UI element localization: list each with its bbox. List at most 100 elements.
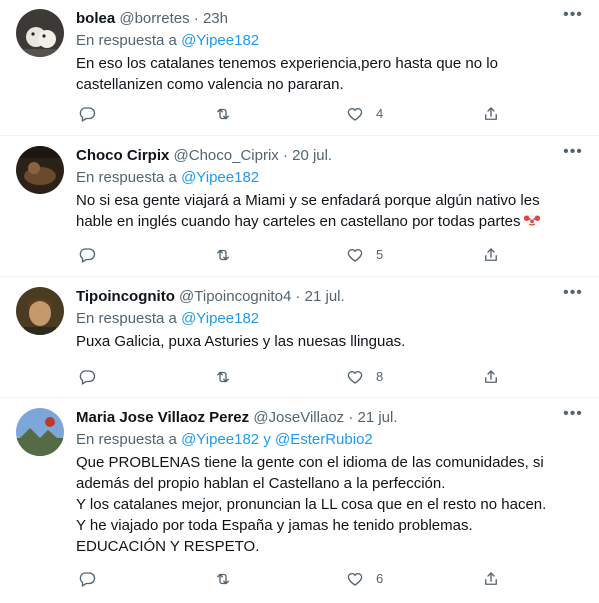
reply-context: En respuesta a @Yipee182 — [76, 31, 583, 51]
tweet-text: En eso los catalanes tenemos experiencia… — [76, 53, 583, 95]
separator: · — [193, 10, 199, 27]
like-count: 4 — [376, 106, 384, 121]
heart-icon — [347, 108, 363, 121]
reply-feed: bolea @borretes · 23h ••• En respuesta a… — [0, 0, 599, 603]
heart-icon — [347, 371, 363, 384]
avatar[interactable] — [16, 287, 64, 335]
mention-link[interactable]: @Yipee182 — [181, 431, 259, 448]
text-line: Y los catalanes mejor, pronuncian la LL … — [76, 496, 547, 513]
share-icon — [485, 572, 497, 585]
retweet-button[interactable] — [214, 104, 232, 124]
text-line: No si esa gente viajará a Miami y se enf… — [76, 192, 540, 209]
retweet-icon — [217, 573, 229, 585]
tweet[interactable]: Tipoincognito @Tipoincognito4 · 21 jul. … — [0, 278, 599, 398]
reply-button[interactable] — [78, 104, 96, 124]
display-name[interactable]: bolea — [76, 10, 115, 27]
mention-link[interactable]: @Yipee182 — [181, 169, 259, 186]
avatar[interactable] — [16, 9, 64, 57]
share-button[interactable] — [482, 367, 500, 387]
more-options-icon[interactable]: ••• — [563, 285, 583, 307]
user-handle[interactable]: @JoseVillaoz — [253, 409, 344, 426]
like-button[interactable]: 8 — [346, 367, 383, 387]
share-icon — [485, 107, 497, 120]
reply-prefix: En respuesta a — [76, 431, 177, 448]
text-line: Puxa Galicia, puxa Asturies y las nuesas… — [76, 333, 406, 350]
separator: · — [282, 147, 288, 164]
action-bar: 4 — [76, 104, 583, 124]
timestamp[interactable]: 23h — [203, 10, 228, 27]
like-count: 6 — [376, 571, 384, 586]
retweet-icon — [217, 108, 229, 120]
mention-link[interactable]: @Yipee182 — [181, 32, 259, 49]
text-line: castellanizen como valencia no pararan. — [76, 76, 344, 93]
reply-context: En respuesta a @Yipee182 — [76, 309, 583, 329]
retweet-button[interactable] — [214, 245, 232, 265]
reply-icon — [79, 370, 96, 385]
timestamp[interactable]: 20 jul. — [292, 147, 332, 164]
action-bar: 8 — [76, 367, 583, 387]
tweet[interactable]: Maria Jose Villaoz Perez @JoseVillaoz · … — [0, 399, 599, 603]
share-icon — [485, 370, 497, 383]
timestamp[interactable]: 21 jul. — [305, 288, 345, 305]
tweet[interactable]: bolea @borretes · 23h ••• En respuesta a… — [0, 0, 599, 136]
reply-prefix: En respuesta a — [76, 169, 177, 186]
mention-link[interactable]: @Yipee182 — [181, 310, 259, 327]
reply-context: En respuesta a @Yipee182 — [76, 168, 583, 188]
reply-button[interactable] — [78, 367, 96, 387]
reply-prefix: En respuesta a — [76, 32, 177, 49]
text-line: además del propio hablan el Castellano a… — [76, 475, 446, 492]
mention-link[interactable]: @EsterRubio2 — [275, 431, 373, 448]
like-count: 8 — [376, 369, 384, 384]
tweet-header: Choco Cirpix @Choco_Ciprix · 20 jul. — [76, 146, 583, 166]
like-button[interactable]: 6 — [346, 569, 383, 589]
share-button[interactable] — [482, 104, 500, 124]
tweet-text: Puxa Galicia, puxa Asturies y las nuesas… — [76, 331, 583, 352]
retweet-icon — [217, 249, 229, 261]
tweet-header: Tipoincognito @Tipoincognito4 · 21 jul. — [76, 287, 583, 307]
text-line-with-emoji: hable en inglés cuando hay carteles en c… — [76, 211, 583, 232]
timestamp[interactable]: 21 jul. — [358, 409, 398, 426]
like-button[interactable]: 5 — [346, 245, 383, 265]
action-bar: 5 — [76, 245, 583, 265]
user-handle[interactable]: @Choco_Ciprix — [174, 147, 279, 164]
share-icon — [485, 248, 497, 261]
user-handle[interactable]: @borretes — [119, 10, 189, 27]
share-button[interactable] — [482, 569, 500, 589]
avatar[interactable] — [16, 146, 64, 194]
display-name[interactable]: Choco Cirpix — [76, 147, 169, 164]
mention-conjunction: y — [263, 431, 271, 448]
retweet-icon — [217, 371, 229, 383]
reply-button[interactable] — [78, 245, 96, 265]
reply-context: En respuesta a @Yipee182 y @EsterRubio2 — [76, 430, 583, 450]
text-line: Y he viajado por toda España y jamas he … — [76, 517, 473, 534]
separator: · — [348, 409, 354, 426]
tweet-text: Que PROBLENAS tiene la gente con el idio… — [76, 452, 583, 557]
reply-icon — [79, 248, 96, 263]
separator: · — [295, 288, 301, 305]
reply-button[interactable] — [78, 569, 96, 589]
more-options-icon[interactable]: ••• — [563, 144, 583, 166]
more-options-icon[interactable]: ••• — [563, 7, 583, 29]
tweet-header: bolea @borretes · 23h — [76, 9, 583, 29]
avatar[interactable] — [16, 408, 64, 456]
reply-icon — [79, 572, 96, 587]
text-line: EDUCACIÓN Y RESPETO. — [76, 538, 260, 555]
text-line: hable en inglés cuando hay carteles en c… — [76, 213, 521, 230]
reply-prefix: En respuesta a — [76, 310, 177, 327]
tweet-header: Maria Jose Villaoz Perez @JoseVillaoz · … — [76, 408, 583, 428]
action-bar: 6 — [76, 569, 583, 589]
retweet-button[interactable] — [214, 569, 232, 589]
display-name[interactable]: Tipoincognito — [76, 288, 175, 305]
more-options-icon[interactable]: ••• — [563, 406, 583, 428]
like-button[interactable]: 4 — [346, 104, 383, 124]
retweet-button[interactable] — [214, 367, 232, 387]
user-handle[interactable]: @Tipoincognito4 — [179, 288, 291, 305]
display-name[interactable]: Maria Jose Villaoz Perez — [76, 409, 249, 426]
clown-face-emoji — [524, 214, 541, 228]
tweet[interactable]: Choco Cirpix @Choco_Ciprix · 20 jul. •••… — [0, 137, 599, 277]
share-button[interactable] — [482, 245, 500, 265]
tweet-text: No si esa gente viajará a Miami y se enf… — [76, 190, 583, 232]
text-line: Que PROBLENAS tiene la gente con el idio… — [76, 454, 544, 471]
like-count: 5 — [376, 247, 384, 262]
reply-icon — [79, 107, 96, 122]
